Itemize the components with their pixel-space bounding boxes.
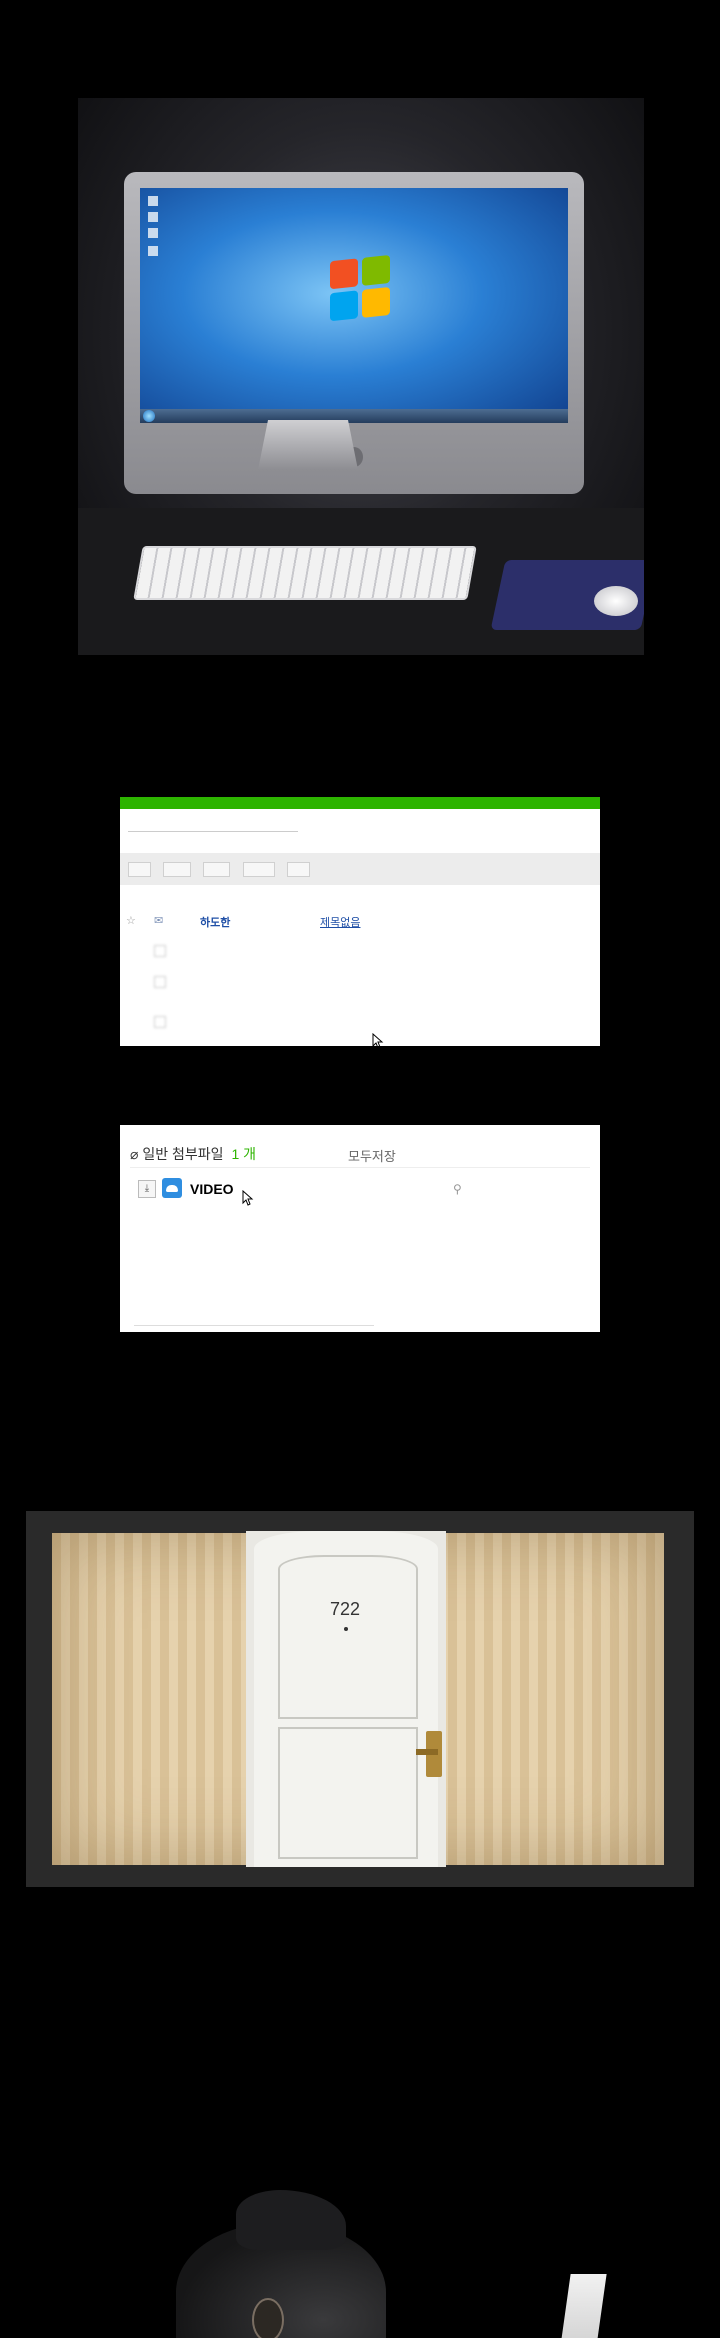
hotel-door: 722 bbox=[254, 1531, 442, 1867]
mail-row[interactable] bbox=[120, 1011, 600, 1035]
imac-monitor bbox=[124, 172, 584, 496]
mail-row[interactable] bbox=[120, 971, 600, 995]
toolbar-button[interactable] bbox=[128, 862, 151, 877]
windows-desktop-screen bbox=[140, 188, 568, 423]
computer-mouse bbox=[594, 586, 638, 616]
hotel-door-panel: 722 bbox=[26, 1511, 694, 1887]
pointer-cursor-icon bbox=[242, 1190, 254, 1206]
paperclip-icon: ⌀ bbox=[130, 1146, 139, 1162]
mail-subject-link[interactable]: 제목없음 bbox=[320, 914, 360, 930]
toolbar-button[interactable] bbox=[287, 862, 311, 877]
divider bbox=[130, 1167, 590, 1168]
start-button-icon bbox=[143, 410, 155, 422]
download-icon[interactable]: ⤓ bbox=[138, 1180, 156, 1198]
peephole bbox=[344, 1627, 348, 1631]
taskbar bbox=[140, 409, 568, 423]
door-upper-panel bbox=[278, 1555, 418, 1719]
hallway-wall: 722 bbox=[52, 1531, 664, 1867]
checkbox[interactable] bbox=[154, 1016, 166, 1028]
desktop-icon bbox=[148, 212, 158, 222]
attachment-heading-label: 일반 첨부파일 bbox=[142, 1146, 224, 1162]
attachment-file-name[interactable]: VIDEO bbox=[190, 1181, 234, 1197]
desktop-icon bbox=[148, 228, 158, 238]
monitor-stand bbox=[258, 420, 358, 470]
desktop-icon bbox=[148, 196, 158, 206]
computer-desk-panel bbox=[78, 98, 644, 655]
toolbar-button[interactable] bbox=[203, 862, 231, 877]
mail-sender: 하도한 bbox=[200, 917, 231, 929]
mail-toolbar bbox=[120, 853, 600, 885]
checkbox[interactable] bbox=[154, 976, 166, 988]
toolbar-button[interactable] bbox=[242, 862, 275, 877]
mail-list-panel: ☆ ✉ 하도한 제목없음 bbox=[120, 797, 600, 1046]
glowing-screen bbox=[559, 2274, 607, 2338]
preview-magnifier-icon[interactable]: ⚲ bbox=[453, 1182, 462, 1196]
man-at-computer-panel bbox=[0, 2170, 720, 2338]
door-lower-panel bbox=[278, 1727, 418, 1859]
cloud-save-icon[interactable] bbox=[162, 1178, 182, 1198]
envelope-icon: ✉ bbox=[154, 915, 164, 927]
mail-row[interactable]: ☆ ✉ 하도한 제목없음 bbox=[120, 909, 600, 1046]
door-frame: 722 bbox=[246, 1531, 446, 1867]
mail-search-area bbox=[128, 824, 428, 840]
desktop-icon bbox=[148, 246, 158, 256]
keyboard bbox=[133, 546, 477, 600]
door-handle bbox=[416, 1749, 438, 1755]
room-number: 722 bbox=[330, 1599, 361, 1619]
mail-search-input[interactable] bbox=[128, 831, 298, 832]
man-hair bbox=[236, 2190, 346, 2250]
attachment-heading: ⌀ 일반 첨부파일 1 개 bbox=[130, 1144, 256, 1164]
mail-header-bar bbox=[120, 797, 600, 809]
windows-logo-icon bbox=[330, 254, 392, 324]
checkbox[interactable] bbox=[154, 945, 166, 957]
man-ear bbox=[252, 2298, 284, 2338]
attachment-panel: ⌀ 일반 첨부파일 1 개 모두저장 ⤓ VIDEO ⚲ bbox=[120, 1125, 600, 1332]
mail-row[interactable] bbox=[120, 940, 600, 964]
save-all-button[interactable]: 모두저장 bbox=[348, 1146, 396, 1165]
toolbar-button[interactable] bbox=[163, 862, 191, 877]
attachment-count: 1 개 bbox=[231, 1146, 257, 1162]
divider bbox=[134, 1325, 374, 1326]
star-icon[interactable]: ☆ bbox=[126, 914, 136, 927]
